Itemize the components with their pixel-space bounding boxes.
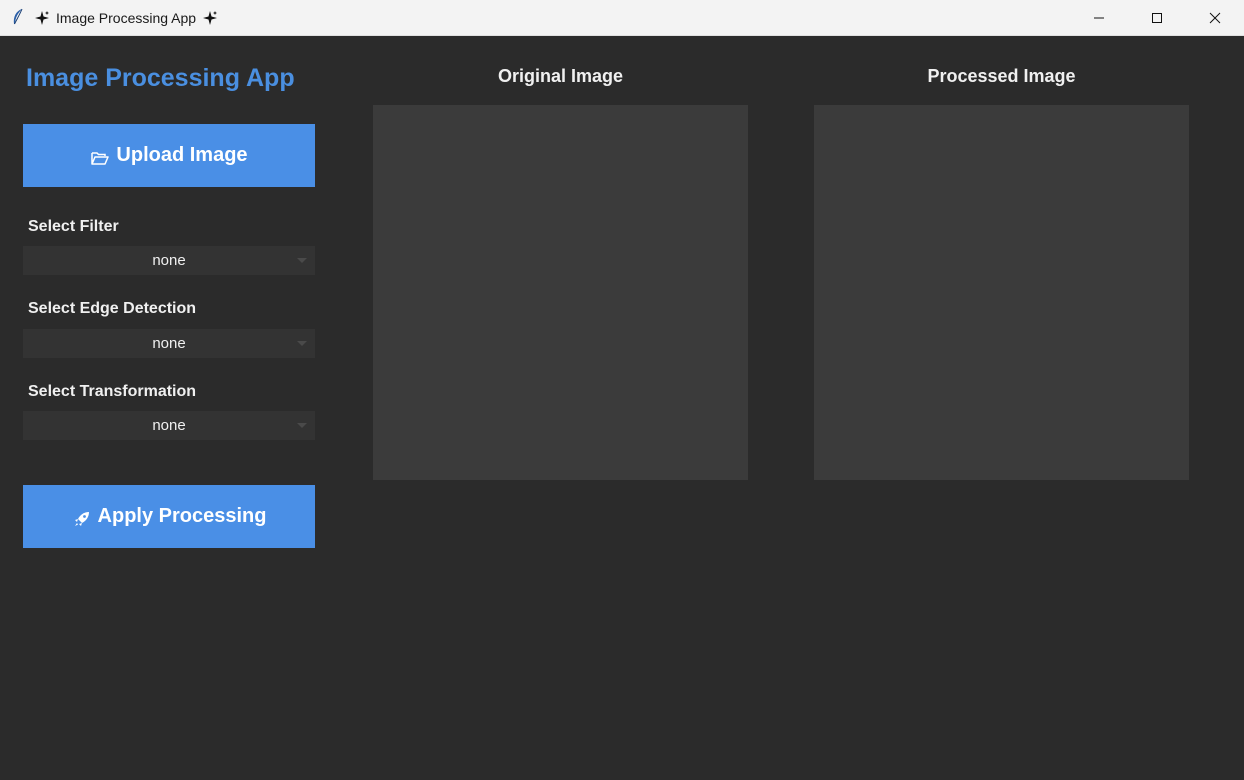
minimize-button[interactable] [1070,0,1128,36]
edge-detection-select-value: none [152,335,186,352]
rocket-icon [74,511,89,526]
chevron-down-icon [297,341,307,346]
minimize-icon [1094,17,1104,19]
window-title-text: Image Processing App [56,10,197,26]
chevron-down-icon [297,423,307,428]
processed-image-title: Processed Image [927,66,1076,86]
sparkle-icon [35,11,49,25]
apply-processing-button[interactable]: Apply Processing [23,485,315,548]
original-image-panel [373,105,748,480]
edge-detection-label: Select Edge Detection [28,300,197,317]
original-image-title: Original Image [497,66,624,86]
transformation-label: Select Transformation [28,383,197,400]
apply-processing-label: Apply Processing [97,505,267,527]
filter-select[interactable]: none [23,246,315,275]
upload-image-button[interactable]: Upload Image [23,124,315,187]
maximize-button[interactable] [1128,0,1186,36]
transformation-select-value: none [152,417,186,434]
close-button[interactable] [1186,0,1244,36]
folder-open-icon [91,151,110,165]
upload-image-label: Upload Image [116,144,248,166]
processed-image-panel [814,105,1189,480]
feather-icon [13,8,23,25]
edge-detection-select[interactable]: none [23,329,315,358]
app-heading: Image Processing App [26,64,295,92]
sparkle-icon [203,11,218,25]
window-titlebar: Image Processing App [0,0,1244,36]
maximize-icon [1152,13,1162,23]
transformation-select[interactable]: none [23,411,315,440]
close-icon [1209,12,1221,24]
chevron-down-icon [297,258,307,263]
filter-select-value: none [152,252,186,269]
filter-label: Select Filter [28,218,119,235]
window-title: Image Processing App [34,8,218,28]
window-controls [1070,0,1244,36]
